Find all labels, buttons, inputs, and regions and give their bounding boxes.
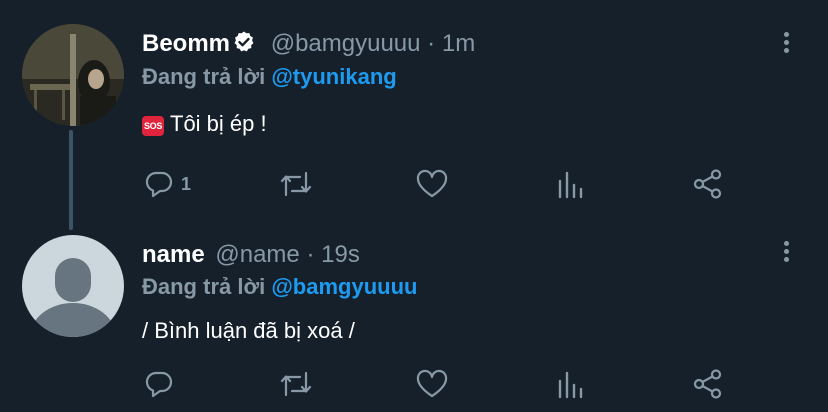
analytics-icon	[555, 168, 585, 200]
reply-prefix: Đang trả lời	[142, 64, 266, 89]
separator: ·	[427, 30, 436, 57]
tweet-header: name @name · 19s	[142, 241, 360, 269]
retweet-button[interactable]	[278, 168, 314, 200]
analytics-button[interactable]	[555, 368, 585, 400]
timestamp[interactable]: 1m	[442, 30, 475, 57]
tweet-2[interactable]: name @name · 19s Đang trả lời @bamgyuuuu…	[0, 230, 828, 412]
verified-icon	[232, 30, 256, 61]
display-name[interactable]: Beomm	[142, 30, 230, 57]
tweet-text: SOS Tôi bị ép !	[142, 111, 267, 137]
like-button[interactable]	[415, 168, 449, 200]
handle[interactable]: @name	[215, 241, 299, 268]
more-icon[interactable]	[778, 238, 794, 266]
like-icon	[415, 168, 449, 200]
retweet-icon	[278, 168, 314, 200]
share-icon	[692, 368, 724, 400]
reply-button[interactable]: 1	[143, 168, 191, 200]
mention-link[interactable]: @tyunikang	[271, 64, 396, 89]
retweet-button[interactable]	[278, 368, 314, 400]
retweet-icon	[278, 368, 314, 400]
reply-context: Đang trả lời @tyunikang	[142, 64, 397, 90]
separator: ·	[306, 241, 315, 268]
reply-icon	[143, 368, 175, 400]
sos-emoji: SOS	[142, 116, 164, 136]
share-button[interactable]	[692, 368, 724, 400]
like-button[interactable]	[415, 368, 449, 400]
timestamp[interactable]: 19s	[321, 241, 360, 268]
analytics-button[interactable]	[555, 168, 585, 200]
reply-count: 1	[181, 173, 192, 194]
thread-line	[69, 130, 73, 230]
handle[interactable]: @bamgyuuuu	[271, 30, 421, 57]
tweet-text: / Bình luận đã bị xoá /	[142, 318, 355, 343]
like-icon	[415, 368, 449, 400]
display-name[interactable]: name	[142, 241, 205, 268]
mention-link[interactable]: @bamgyuuuu	[271, 274, 417, 299]
reply-prefix: Đang trả lời	[142, 274, 266, 299]
more-icon[interactable]	[778, 29, 794, 57]
share-button[interactable]	[692, 168, 724, 200]
tweet-text-content: Tôi bị ép !	[170, 111, 267, 136]
reply-icon	[143, 168, 175, 200]
avatar-default[interactable]	[22, 235, 124, 337]
avatar[interactable]	[22, 24, 124, 126]
tweet-1[interactable]: Beomm @bamgyuuuu · 1m Đang trả lời @tyun…	[0, 0, 828, 230]
reply-button[interactable]	[143, 368, 181, 400]
analytics-icon	[555, 368, 585, 400]
reply-context: Đang trả lời @bamgyuuuu	[142, 274, 417, 300]
tweet-header: Beomm @bamgyuuuu · 1m	[142, 30, 475, 61]
share-icon	[692, 168, 724, 200]
